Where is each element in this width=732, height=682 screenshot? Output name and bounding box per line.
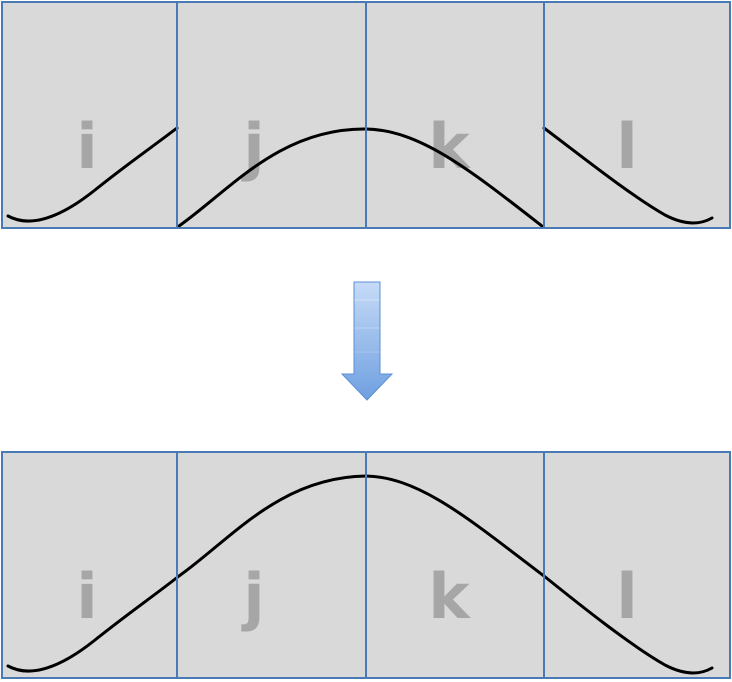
top-cell-label-j: j <box>240 110 264 183</box>
bottom-cell-j <box>177 452 366 678</box>
bottom-cell-label-j: j <box>240 560 264 633</box>
top-cell-label-i: i <box>76 110 97 183</box>
bottom-cell-label-k: k <box>428 560 471 633</box>
top-cell-j <box>177 2 366 228</box>
top-cell-label-k: k <box>428 110 471 183</box>
down-arrow-icon <box>340 281 394 401</box>
top-panel: i j k l <box>1 1 731 229</box>
bottom-cell-label-i: i <box>76 560 97 633</box>
diagram-canvas: i j k l i j k l <box>1 1 731 679</box>
bottom-panel: i j k l <box>1 451 731 679</box>
top-cell-label-l: l <box>616 110 637 183</box>
bottom-cell-label-l: l <box>616 560 637 633</box>
